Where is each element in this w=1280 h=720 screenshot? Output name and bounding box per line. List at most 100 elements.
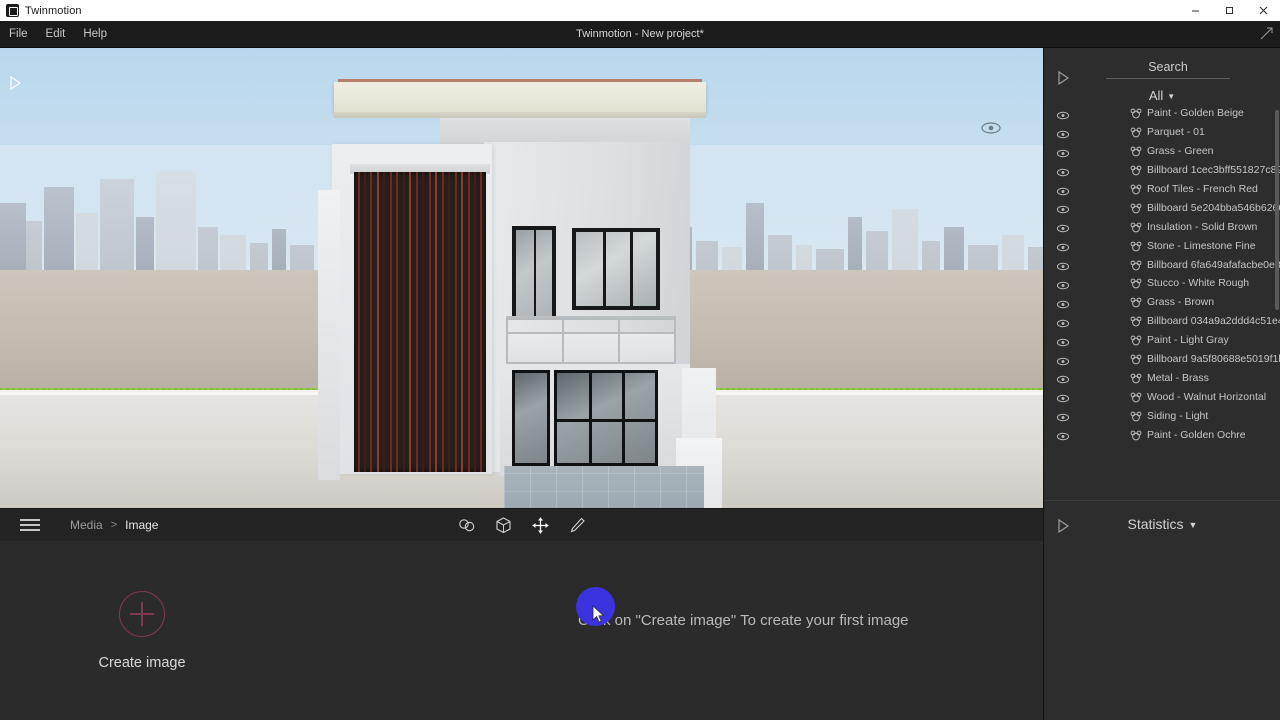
minimize-button[interactable] <box>1178 0 1212 21</box>
breadcrumb-media[interactable]: Media <box>70 518 103 532</box>
material-row[interactable]: Wood - Walnut Horizontal <box>1044 387 1280 406</box>
media-toolbar: Media > Image <box>0 508 1043 541</box>
expand-icon[interactable] <box>1260 27 1273 40</box>
panel-expand-icon[interactable] <box>1056 70 1070 86</box>
material-name: Billboard 034a9a2ddd4c51e4e4f724 <box>1147 315 1280 328</box>
eye-icon[interactable] <box>1056 429 1070 441</box>
move-gizmo-icon[interactable] <box>531 516 550 535</box>
material-sphere-icon <box>1130 410 1142 422</box>
statistics-dropdown[interactable]: Statistics ▼ <box>1044 516 1280 532</box>
material-name: Paint - Golden Beige <box>1147 107 1244 120</box>
play-triangle-icon[interactable] <box>6 74 24 92</box>
material-row[interactable]: Parquet - 01 <box>1044 123 1280 142</box>
title-bar: Twinmotion <box>0 0 1280 21</box>
maximize-button[interactable] <box>1212 0 1246 21</box>
panel-header: Search All ▼ <box>1044 48 1280 110</box>
material-row[interactable]: Grass - Green <box>1044 142 1280 161</box>
hamburger-menu-icon[interactable] <box>20 518 40 532</box>
material-row[interactable]: Stone - Limestone Fine <box>1044 236 1280 255</box>
mouse-pointer-icon <box>592 605 605 624</box>
material-sphere-icon <box>1130 429 1142 441</box>
material-name: Insulation - Solid Brown <box>1147 220 1258 233</box>
material-sphere-icon <box>1130 391 1142 403</box>
material-row[interactable]: Paint - Golden Beige <box>1044 104 1280 123</box>
eye-icon[interactable] <box>1056 146 1070 158</box>
material-row[interactable]: Paint - Light Gray <box>1044 331 1280 350</box>
material-row[interactable]: Metal - Brass <box>1044 368 1280 387</box>
eye-icon[interactable] <box>1056 372 1070 384</box>
filter-label: All <box>1148 88 1164 103</box>
eye-icon[interactable] <box>1056 165 1070 176</box>
breadcrumb-image[interactable]: Image <box>125 518 158 532</box>
material-name: Siding - Light <box>1147 409 1209 422</box>
material-row[interactable]: Billboard 1cec3bff551827c8959a51d2 <box>1044 161 1280 180</box>
material-name: Billboard 9a5f80688e5019f1b3b47f5 <box>1147 353 1280 366</box>
eye-icon[interactable] <box>1056 278 1070 290</box>
material-sphere-icon <box>1130 353 1142 365</box>
cube-icon[interactable] <box>494 516 513 535</box>
app-name: Twinmotion <box>25 4 82 17</box>
material-row[interactable]: Billboard 6fa649afafacbe0e35f6cf9 <box>1044 255 1280 274</box>
eye-icon[interactable] <box>1056 335 1070 346</box>
statistics-label: Statistics <box>1127 516 1184 532</box>
close-button[interactable] <box>1246 0 1280 21</box>
material-name: Stone - Limestone Fine <box>1147 239 1256 252</box>
material-sphere-icon <box>1130 240 1142 252</box>
eye-icon[interactable] <box>1056 108 1070 120</box>
create-image-button[interactable]: Create image <box>96 591 188 671</box>
search-input[interactable]: Search <box>1106 60 1230 79</box>
eye-icon[interactable] <box>1056 297 1070 309</box>
material-row[interactable]: Insulation - Solid Brown <box>1044 217 1280 236</box>
eye-icon[interactable] <box>1056 410 1070 422</box>
eye-icon[interactable] <box>1056 202 1070 214</box>
material-sphere-icon <box>1130 183 1142 195</box>
eye-icon[interactable] <box>980 120 1002 136</box>
eye-icon[interactable] <box>1056 127 1070 139</box>
material-name: Grass - Green <box>1147 145 1214 158</box>
project-title: Twinmotion - New project* <box>576 28 704 40</box>
material-name: Billboard 5e204bba546b62660e510c <box>1147 201 1280 214</box>
chevron-down-icon: ▼ <box>1167 92 1176 102</box>
create-image-label: Create image <box>98 655 186 671</box>
material-name: Parquet - 01 <box>1147 126 1205 139</box>
upper-door <box>512 226 556 320</box>
menu-bar: File Edit Help Twinmotion - New project* <box>0 21 1280 48</box>
menu-item-help[interactable]: Help <box>74 21 116 48</box>
material-row[interactable]: Grass - Brown <box>1044 293 1280 312</box>
material-row[interactable]: Billboard 034a9a2ddd4c51e4e4f724 <box>1044 312 1280 331</box>
material-row[interactable]: Billboard 5e204bba546b62660e510c <box>1044 198 1280 217</box>
eye-icon[interactable] <box>1056 259 1070 271</box>
material-sphere-icon <box>1130 277 1142 289</box>
material-name: Roof Tiles - French Red <box>1147 183 1258 195</box>
material-name: Billboard 6fa649afafacbe0e35f6cf9 <box>1147 258 1280 271</box>
eye-icon[interactable] <box>1056 354 1070 365</box>
eye-icon[interactable] <box>1056 316 1070 328</box>
entry-door <box>512 370 550 466</box>
material-row[interactable]: Stucco - White Rough <box>1044 274 1280 293</box>
upper-window <box>572 228 660 310</box>
pencil-icon[interactable] <box>568 516 587 535</box>
eye-icon[interactable] <box>1056 391 1070 403</box>
material-sphere-icon <box>1130 334 1142 346</box>
menu-item-file[interactable]: File <box>0 21 37 48</box>
material-row[interactable]: Roof Tiles - French Red <box>1044 180 1280 199</box>
material-sphere-icon <box>1130 259 1142 271</box>
eye-icon[interactable] <box>1056 221 1070 233</box>
material-row[interactable]: Billboard 9a5f80688e5019f1b3b47f5 <box>1044 350 1280 369</box>
menu-item-edit[interactable]: Edit <box>37 21 75 48</box>
eye-icon[interactable] <box>1056 184 1070 195</box>
material-row[interactable]: Siding - Light <box>1044 406 1280 425</box>
material-name: Stucco - White Rough <box>1147 277 1250 290</box>
filter-dropdown[interactable]: All ▼ <box>1044 88 1280 103</box>
3d-viewport[interactable] <box>0 48 1043 508</box>
sliding-glass-doors <box>554 370 658 466</box>
eye-icon[interactable] <box>1056 240 1070 252</box>
statistics-section[interactable]: Statistics ▼ <box>1044 500 1280 558</box>
panel-scrollbar[interactable] <box>1275 110 1279 310</box>
media-content-panel: Create image <box>0 541 1043 720</box>
house-model <box>316 68 722 508</box>
selection-icon[interactable] <box>457 516 476 535</box>
material-row[interactable]: Paint - Golden Ochre <box>1044 425 1280 444</box>
material-sphere-icon <box>1130 296 1142 308</box>
materials-list[interactable]: Paint - Golden Beige Parquet - 01 Grass - … <box>1044 104 1280 490</box>
